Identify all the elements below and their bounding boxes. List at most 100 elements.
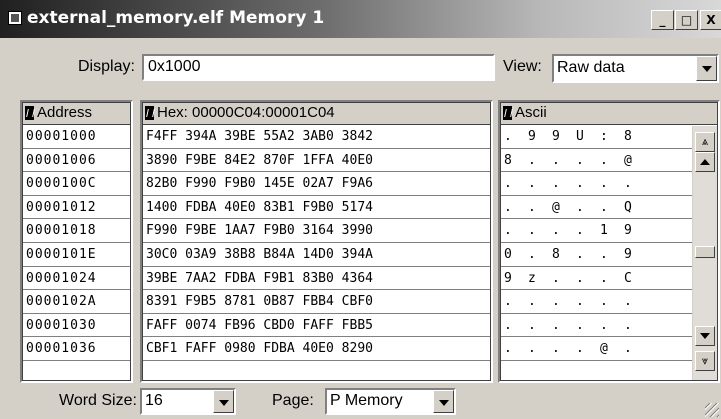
hex-row[interactable]: 82B0 F990 F9B0 145E 02A7 F9A6	[143, 172, 490, 196]
hex-row[interactable]: 3890 F9BE 84E2 870F 1FFA 40E0	[143, 149, 490, 173]
address-cell[interactable]: 00001036	[23, 337, 130, 361]
view-select[interactable]: Raw data	[552, 54, 719, 83]
display-address-input[interactable]: 0x1000	[142, 54, 495, 81]
ascii-char: z	[528, 270, 536, 286]
ascii-row[interactable]: . 9 9 U: 8	[501, 125, 717, 149]
scrollbar-thumb[interactable]	[695, 246, 715, 258]
ascii-char: @	[600, 341, 608, 357]
ascii-char: .	[504, 176, 512, 192]
ascii-char: .	[576, 223, 584, 239]
hex-row[interactable]: FAFF 0074 FB96 CBD0 FAFF FBB5	[143, 314, 490, 338]
address-cell[interactable]: 0000101E	[23, 243, 130, 267]
address-cell[interactable]: 00001024	[23, 267, 130, 291]
scroll-up-arrow-icon[interactable]	[695, 152, 715, 172]
ascii-char: 8	[552, 246, 560, 262]
ascii-char: .	[504, 341, 512, 357]
hex-list: F4FF 394A 39BE 55A2 3AB0 3842 3890 F9BE 8…	[143, 125, 490, 361]
ascii-char: .	[600, 176, 608, 192]
hex-row[interactable]: F4FF 394A 39BE 55A2 3AB0 3842	[143, 125, 490, 149]
ascii-row[interactable]: ......	[501, 290, 717, 314]
ascii-row[interactable]: ......	[501, 172, 717, 196]
ascii-char: .	[576, 152, 584, 168]
view-dropdown-button[interactable]	[696, 56, 717, 81]
maximize-button[interactable]: □	[675, 10, 698, 30]
ascii-panel: Ascii . 9 9 U:8 8.... @........ @.. Q.... 1 9 0. 8.…	[498, 100, 720, 383]
hex-row[interactable]: 1400 FDBA 40E0 83B1 F9B0 5174	[143, 196, 490, 220]
column-toggle-icon[interactable]	[145, 106, 154, 120]
ascii-row[interactable]: .. @.. Q	[501, 196, 717, 220]
vertical-scrollbar[interactable]: ⩓ ⩔	[692, 126, 717, 380]
ascii-char: .	[528, 317, 536, 333]
ascii-char: Q	[624, 199, 632, 215]
word-size-select[interactable]: 16	[140, 388, 236, 415]
hex-row[interactable]: F990 F9BE 1AA7 F9B0 3164 3990	[143, 219, 490, 243]
column-toggle-icon[interactable]	[25, 106, 34, 120]
page-up-button[interactable]: ⩓	[695, 132, 715, 152]
address-list: 00001000 00001006 0000100C 00001012 00001018…	[23, 125, 130, 361]
minimize-button[interactable]: _	[651, 10, 674, 30]
window-title: external_memory.elf Memory 1	[27, 8, 325, 28]
ascii-row[interactable]: .... 19	[501, 219, 717, 243]
ascii-char: 9	[624, 246, 632, 262]
page-down-button[interactable]: ⩔	[695, 351, 715, 371]
address-cell[interactable]: 0000102A	[23, 290, 130, 314]
address-panel: Address 00001000 00001006 0000100C 00001012…	[20, 100, 133, 383]
ascii-row[interactable]: 9z... C	[501, 267, 717, 291]
word-size-label: Word Size:	[59, 392, 137, 409]
address-cell[interactable]: 00001006	[23, 149, 130, 173]
scroll-down-arrow-icon[interactable]	[695, 326, 715, 346]
hex-row[interactable]: CBF1 FAFF 0980 FDBA 40E0 8290	[143, 337, 490, 361]
hex-panel: Hex: 00000C04:00001C04 F4FF 394A 39BE 55…	[140, 100, 493, 383]
ascii-char: @	[552, 199, 560, 215]
hex-row[interactable]: 30C0 03A9 38B8 B84A 14D0 394A	[143, 243, 490, 267]
hex-row[interactable]: 8391 F9B5 8781 0B87 FBB4 CBF0	[143, 290, 490, 314]
address-cell[interactable]: 00001030	[23, 314, 130, 338]
hex-column-header[interactable]: Hex: 00000C04:00001C04	[143, 103, 490, 125]
address-column-header[interactable]: Address	[23, 103, 130, 125]
ascii-char: .	[600, 317, 608, 333]
ascii-char: .	[528, 176, 536, 192]
ascii-char: .	[528, 199, 536, 215]
ascii-row[interactable]: .... @.	[501, 337, 717, 361]
ascii-char: .	[600, 199, 608, 215]
ascii-char: .	[504, 223, 512, 239]
ascii-char: .	[552, 294, 560, 310]
ascii-char: 1	[600, 223, 608, 239]
ascii-row[interactable]: 0. 8.. 9	[501, 243, 717, 267]
ascii-char: .	[576, 246, 584, 262]
address-cell[interactable]: 00001012	[23, 196, 130, 220]
address-cell[interactable]: 00001018	[23, 219, 130, 243]
ascii-char: 0	[504, 246, 512, 262]
ascii-char: 8	[504, 152, 512, 168]
ascii-char: .	[504, 199, 512, 215]
ascii-char: .	[552, 176, 560, 192]
ascii-char: 9	[624, 223, 632, 239]
ascii-char: .	[552, 223, 560, 239]
column-toggle-icon[interactable]	[503, 106, 512, 120]
ascii-char: :	[600, 129, 608, 144]
close-button[interactable]: X	[700, 10, 721, 30]
ascii-char: .	[528, 246, 536, 262]
ascii-char: .	[504, 129, 512, 144]
ascii-row[interactable]: 8.... @	[501, 149, 717, 173]
page-select[interactable]: P Memory	[325, 388, 456, 415]
ascii-char: .	[528, 341, 536, 357]
ascii-char: .	[504, 317, 512, 333]
view-label: View:	[503, 58, 542, 75]
app-icon[interactable]	[8, 11, 22, 25]
word-size-dropdown-button[interactable]	[213, 390, 234, 413]
ascii-char: .	[576, 294, 584, 310]
hex-row[interactable]: 39BE 7AA2 FDBA F9B1 83B0 4364	[143, 267, 490, 291]
address-cell[interactable]: 00001000	[23, 125, 130, 149]
ascii-char: C	[624, 270, 632, 286]
address-header-label: Address	[37, 104, 93, 121]
ascii-char: .	[576, 317, 584, 333]
address-cell[interactable]: 0000100C	[23, 172, 130, 196]
ascii-char: 8	[624, 129, 632, 144]
title-bar[interactable]: external_memory.elf Memory 1 _ □ X	[0, 0, 721, 38]
ascii-column-header[interactable]: Ascii	[501, 103, 717, 125]
resize-grip-icon[interactable]	[705, 403, 719, 417]
ascii-row[interactable]: ......	[501, 314, 717, 338]
page-dropdown-button[interactable]	[433, 390, 454, 413]
view-select-value: Raw data	[557, 59, 625, 76]
